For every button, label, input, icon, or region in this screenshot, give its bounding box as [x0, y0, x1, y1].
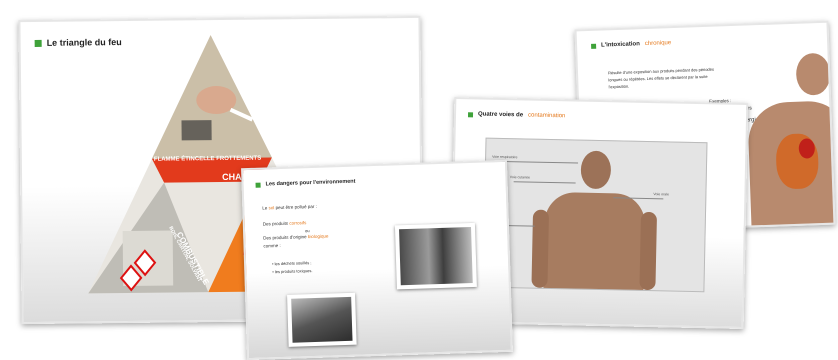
bullet-square: [34, 39, 42, 47]
slide-title: Les dangers pour l'environnement: [265, 178, 356, 188]
photo-pollution: [394, 222, 477, 290]
slide-title: Quatre voies de: [477, 111, 524, 119]
line-sol: Le sol peut être pollué par :: [262, 204, 317, 211]
bullet-produits: • les produits toxiques.: [272, 268, 313, 275]
slide-title-accent: contamination: [527, 112, 566, 120]
text-origine: Des produits d'origine: [263, 234, 307, 241]
slide-title: L'intoxication: [600, 41, 640, 49]
text-biologique: biologique: [307, 233, 329, 240]
figure-head: [795, 52, 831, 96]
slide-title-row: L'intoxication chronique: [591, 40, 671, 49]
bullet-square: [255, 182, 261, 188]
text-le: Le: [262, 205, 268, 211]
body-line-2: longues ou répétées. Les effets se décla…: [608, 73, 708, 83]
text-des-produits: Des produits: [262, 220, 289, 227]
line-biologique: Des produits d'origine biologique: [263, 234, 328, 241]
callout-voie-orale: Voie orale: [653, 192, 670, 197]
body-figure-panel: Voie respiratoire Voie cutanée Voie oral…: [482, 137, 708, 293]
callout-voie-cutanee: Voie cutanée: [509, 175, 531, 180]
text-corrosifs: corrosifs: [289, 220, 307, 226]
figure-torso: [543, 191, 646, 290]
slide-title-row: Les dangers pour l'environnement: [255, 178, 356, 188]
bullet-dechets: • les déchets souillés ;: [271, 260, 312, 267]
text-sol: sol: [268, 205, 275, 211]
text-pollue: peut être pollué par :: [275, 203, 317, 211]
figure-right-arm: [639, 211, 658, 291]
photo-waste: [287, 292, 357, 347]
text-ou: ou: [304, 228, 310, 234]
line-corrosifs: Des produits corrosifs: [263, 220, 307, 226]
callout-voie-respiratoire: Voie respiratoire: [492, 154, 518, 160]
label-flamme: FLAMME ÉTINCELLE FROTTEMENTS: [153, 155, 262, 163]
slide-title-accent: chronique: [644, 40, 672, 48]
figure-head: [580, 150, 612, 190]
bullet-square: [591, 43, 597, 49]
callout-line-2: [513, 181, 576, 184]
callout-line-1: [498, 160, 579, 164]
bullet-square: [467, 111, 474, 117]
slide-environment: Les dangers pour l'environnement Le sol …: [241, 159, 513, 360]
text-comme: comme :: [263, 243, 281, 249]
figure-left-arm: [531, 209, 550, 288]
slide-title-row: Quatre voies de contamination: [467, 111, 566, 120]
body-line-3: l'exposition.: [608, 83, 630, 90]
